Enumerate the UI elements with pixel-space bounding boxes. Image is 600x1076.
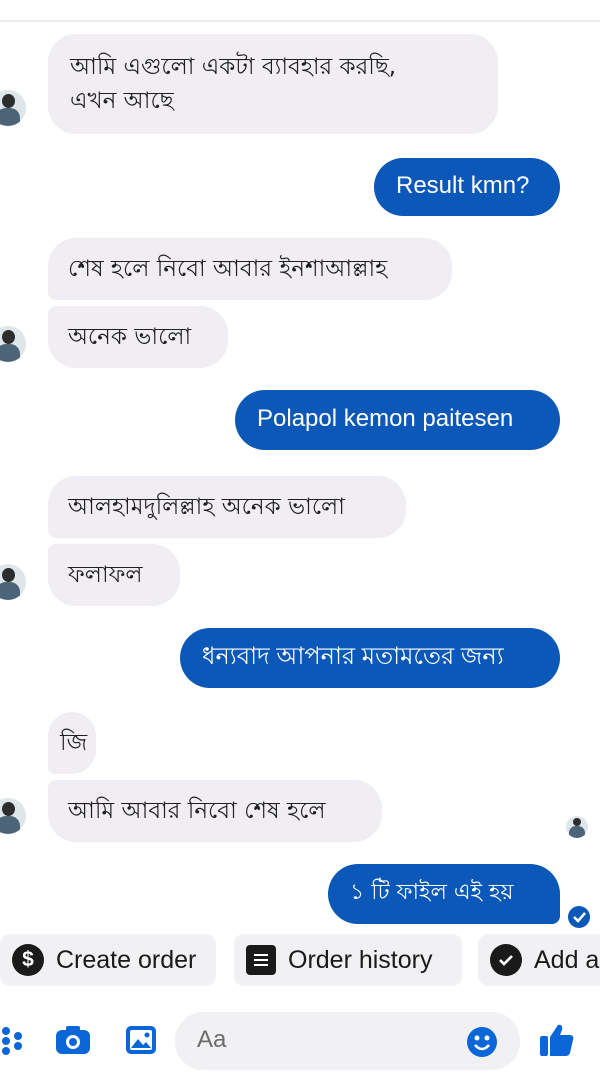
quick-actions-bar: $ Create order Order history Add a [0, 930, 600, 990]
message-text: জি [60, 730, 88, 756]
chip-label: Add a [534, 945, 600, 974]
contact-avatar[interactable] [0, 326, 26, 362]
message-outgoing[interactable]: ১ টি ফাইল এই হয় [328, 864, 560, 924]
checkmark-icon [490, 944, 522, 976]
contact-avatar[interactable] [0, 564, 26, 600]
chip-label: Create order [56, 945, 197, 974]
message-text: শেষ হলে নিবো আবার ইনশাআল্লাহ [68, 256, 388, 282]
message-incoming[interactable]: ফলাফল [48, 544, 180, 606]
message-input-placeholder: Aa [197, 1026, 227, 1053]
thumbs-up-icon[interactable] [538, 1020, 576, 1058]
message-incoming[interactable]: অনেক ভালো [48, 306, 228, 368]
message-text: আমি এগুলো একটা ব্যাবহার করছি, [70, 54, 397, 80]
message-incoming[interactable]: আমি এগুলো একটা ব্যাবহার করছি, এখন আছে [48, 34, 498, 134]
message-incoming[interactable]: জি [48, 712, 96, 774]
delivered-icon [568, 906, 590, 928]
message-outgoing[interactable]: Result kmn? [374, 158, 560, 216]
message-text: ১ টি ফাইল এই হয় [350, 880, 514, 905]
contact-avatar[interactable] [0, 90, 26, 126]
message-text: আলহামদুলিল্লাহ অনেক ভালো [68, 494, 345, 520]
message-text: এখন আছে [70, 88, 174, 114]
camera-icon[interactable] [54, 1024, 92, 1056]
order-history-button[interactable]: Order history [234, 934, 462, 986]
more-dots-icon[interactable] [0, 1026, 24, 1056]
message-outgoing[interactable]: ধন্যবাদ আপনার মতামতের জন্য [180, 628, 560, 688]
seen-receipt-avatar [566, 816, 588, 838]
message-text: Polapol kemon paitesen [257, 405, 514, 432]
gallery-icon[interactable] [124, 1024, 158, 1056]
message-text: ফলাফল [68, 562, 143, 588]
message-outgoing[interactable]: Polapol kemon paitesen [235, 390, 560, 450]
contact-avatar[interactable] [0, 798, 26, 834]
message-incoming[interactable]: আমি আবার নিবো শেষ হলে [48, 780, 382, 842]
composer-bar: Aa [0, 1000, 600, 1076]
message-incoming[interactable]: আলহামদুলিল্লাহ অনেক ভালো [48, 476, 406, 538]
receipt-icon [246, 945, 276, 975]
message-text: অনেক ভালো [68, 324, 192, 350]
message-incoming[interactable]: শেষ হলে নিবো আবার ইনশাআল্লাহ [48, 238, 452, 300]
emoji-icon[interactable] [466, 1026, 498, 1058]
create-order-button[interactable]: $ Create order [0, 934, 216, 986]
message-text: আমি আবার নিবো শেষ হলে [68, 798, 326, 824]
message-text: ধন্যবাদ আপনার মতামতের জন্য [202, 643, 504, 670]
message-text: Result kmn? [396, 172, 530, 199]
dollar-icon: $ [12, 944, 44, 976]
header-divider [0, 20, 600, 22]
chip-label: Order history [288, 945, 433, 974]
add-button[interactable]: Add a [478, 934, 600, 986]
